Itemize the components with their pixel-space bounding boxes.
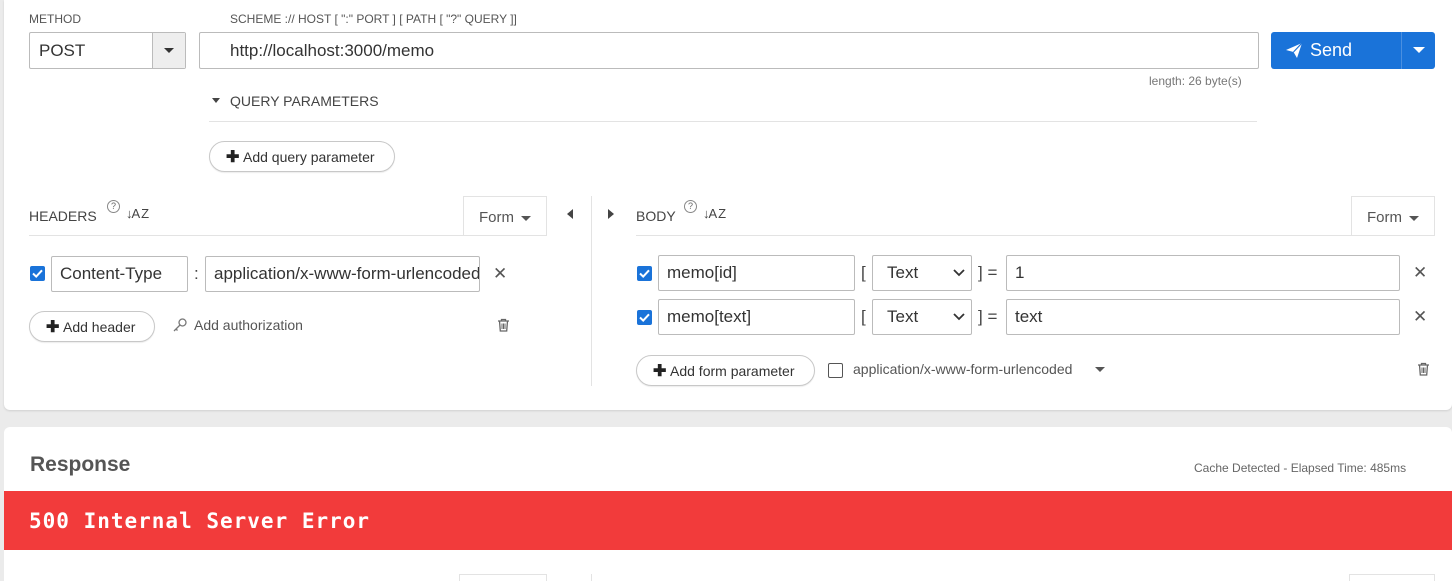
request-panel: METHOD POST SCHEME :// HOST [ ":" PORT ]… <box>4 0 1452 410</box>
body-param-name-field[interactable]: memo[id] <box>658 255 855 291</box>
body-param-value-text: 1 <box>1015 263 1025 282</box>
add-header-label: Add header <box>63 319 136 335</box>
status-text: 500 Internal Server Error <box>29 509 371 533</box>
body-param-value-field[interactable]: 1 <box>1006 255 1400 291</box>
caret-down-icon <box>212 98 220 103</box>
body-param-name-value: memo[text] <box>667 307 752 326</box>
plus-icon: ✚ <box>226 149 240 166</box>
url-length: length: 26 byte(s) <box>1149 74 1242 88</box>
body-param-value-field[interactable]: text <box>1006 299 1400 335</box>
key-icon <box>173 318 187 332</box>
add-authorization-label: Add authorization <box>194 317 303 333</box>
plus-icon: ✚ <box>46 319 60 336</box>
chevron-down-icon <box>953 269 965 277</box>
headers-title: HEADERS <box>29 208 97 224</box>
body-title: BODY <box>636 208 676 224</box>
url-value: http://localhost:3000/memo <box>230 41 435 60</box>
response-meta: Cache Detected - Elapsed Time: 485ms <box>1194 461 1407 475</box>
body-param-name-field[interactable]: memo[text] <box>658 299 855 335</box>
header-name-value: Content-Type <box>60 264 163 283</box>
collapse-left-icon[interactable] <box>567 209 573 219</box>
body-param-type-value: Text <box>887 263 919 282</box>
chevron-down-icon <box>1409 216 1419 221</box>
body-mode-value: Form <box>1367 209 1402 226</box>
url-hint: SCHEME :// HOST [ ":" PORT ] [ PATH [ "?… <box>230 12 517 26</box>
body-param-name-value: memo[id] <box>667 263 737 282</box>
close-bracket-equals: ] = <box>978 263 998 282</box>
open-bracket: [ <box>861 307 866 326</box>
help-icon[interactable]: ? <box>684 200 697 213</box>
chevron-down-icon <box>1095 367 1105 372</box>
response-headers-mode-select[interactable] <box>459 574 547 581</box>
header-value-text: application/x-www-form-urlencoded <box>214 264 480 283</box>
header-value-field[interactable]: application/x-www-form-urlencoded <box>205 256 480 292</box>
add-query-parameter-button[interactable]: ✚ Add query parameter <box>209 141 395 172</box>
content-type-override-checkbox[interactable] <box>828 363 843 378</box>
paper-plane-icon <box>1286 42 1303 58</box>
add-header-button[interactable]: ✚ Add header <box>29 311 155 342</box>
headers-mode-value: Form <box>479 209 514 226</box>
check-icon <box>32 269 43 279</box>
method-label: METHOD <box>29 12 81 26</box>
method-select[interactable]: POST <box>29 32 186 69</box>
content-type-value: application/x-www-form-urlencoded <box>853 361 1073 377</box>
method-dropdown-toggle[interactable] <box>152 33 185 68</box>
body-param-type-select[interactable]: Text <box>872 255 972 291</box>
body-mode-select[interactable]: Form <box>1351 196 1435 236</box>
chevron-down-icon <box>953 313 965 321</box>
headers-divider <box>29 235 547 236</box>
trash-icon[interactable] <box>497 318 510 332</box>
plus-icon: ✚ <box>653 363 667 380</box>
response-column-divider <box>591 574 592 581</box>
remove-param-icon[interactable]: ✕ <box>1413 307 1427 327</box>
column-divider <box>591 196 592 386</box>
body-param-type-select[interactable]: Text <box>872 299 972 335</box>
header-separator: : <box>194 264 199 283</box>
collapse-right-icon[interactable] <box>608 209 614 219</box>
method-value: POST <box>39 41 86 60</box>
open-bracket: [ <box>861 263 866 282</box>
help-icon[interactable]: ? <box>107 200 120 213</box>
close-bracket-equals: ] = <box>978 307 998 326</box>
headers-mode-select[interactable]: Form <box>463 196 547 236</box>
url-input[interactable]: http://localhost:3000/memo <box>199 32 1259 69</box>
check-icon <box>639 313 650 323</box>
chevron-down-icon <box>1413 47 1425 53</box>
body-row-checkbox[interactable] <box>637 266 652 281</box>
remove-param-icon[interactable]: ✕ <box>1413 263 1427 283</box>
add-query-parameter-label: Add query parameter <box>243 149 375 165</box>
header-name-field[interactable]: Content-Type <box>51 256 188 292</box>
query-params-section[interactable]: QUERY PARAMETERS <box>209 90 1257 122</box>
response-title: Response <box>30 453 131 476</box>
chevron-down-icon <box>521 216 531 221</box>
body-param-type-value: Text <box>887 307 919 326</box>
status-banner: 500 Internal Server Error <box>4 491 1452 550</box>
add-form-parameter-button[interactable]: ✚ Add form parameter <box>636 355 815 386</box>
header-row-checkbox[interactable] <box>30 266 45 281</box>
chevron-down-icon <box>164 48 174 53</box>
query-params-title: QUERY PARAMETERS <box>230 93 379 109</box>
body-divider <box>636 235 1435 236</box>
remove-header-icon[interactable]: ✕ <box>493 264 507 284</box>
trash-icon[interactable] <box>1417 362 1430 376</box>
sort-icon[interactable]: ↓A Z <box>703 206 726 221</box>
body-row-checkbox[interactable] <box>637 310 652 325</box>
check-icon <box>639 269 650 279</box>
send-button[interactable]: Send <box>1271 32 1435 69</box>
send-options-toggle[interactable] <box>1402 32 1435 69</box>
add-form-parameter-label: Add form parameter <box>670 363 795 379</box>
response-body-mode-select[interactable] <box>1349 574 1435 581</box>
body-param-value-text: text <box>1015 307 1043 326</box>
sort-icon[interactable]: ↓A Z <box>126 206 149 221</box>
send-label: Send <box>1310 40 1353 60</box>
